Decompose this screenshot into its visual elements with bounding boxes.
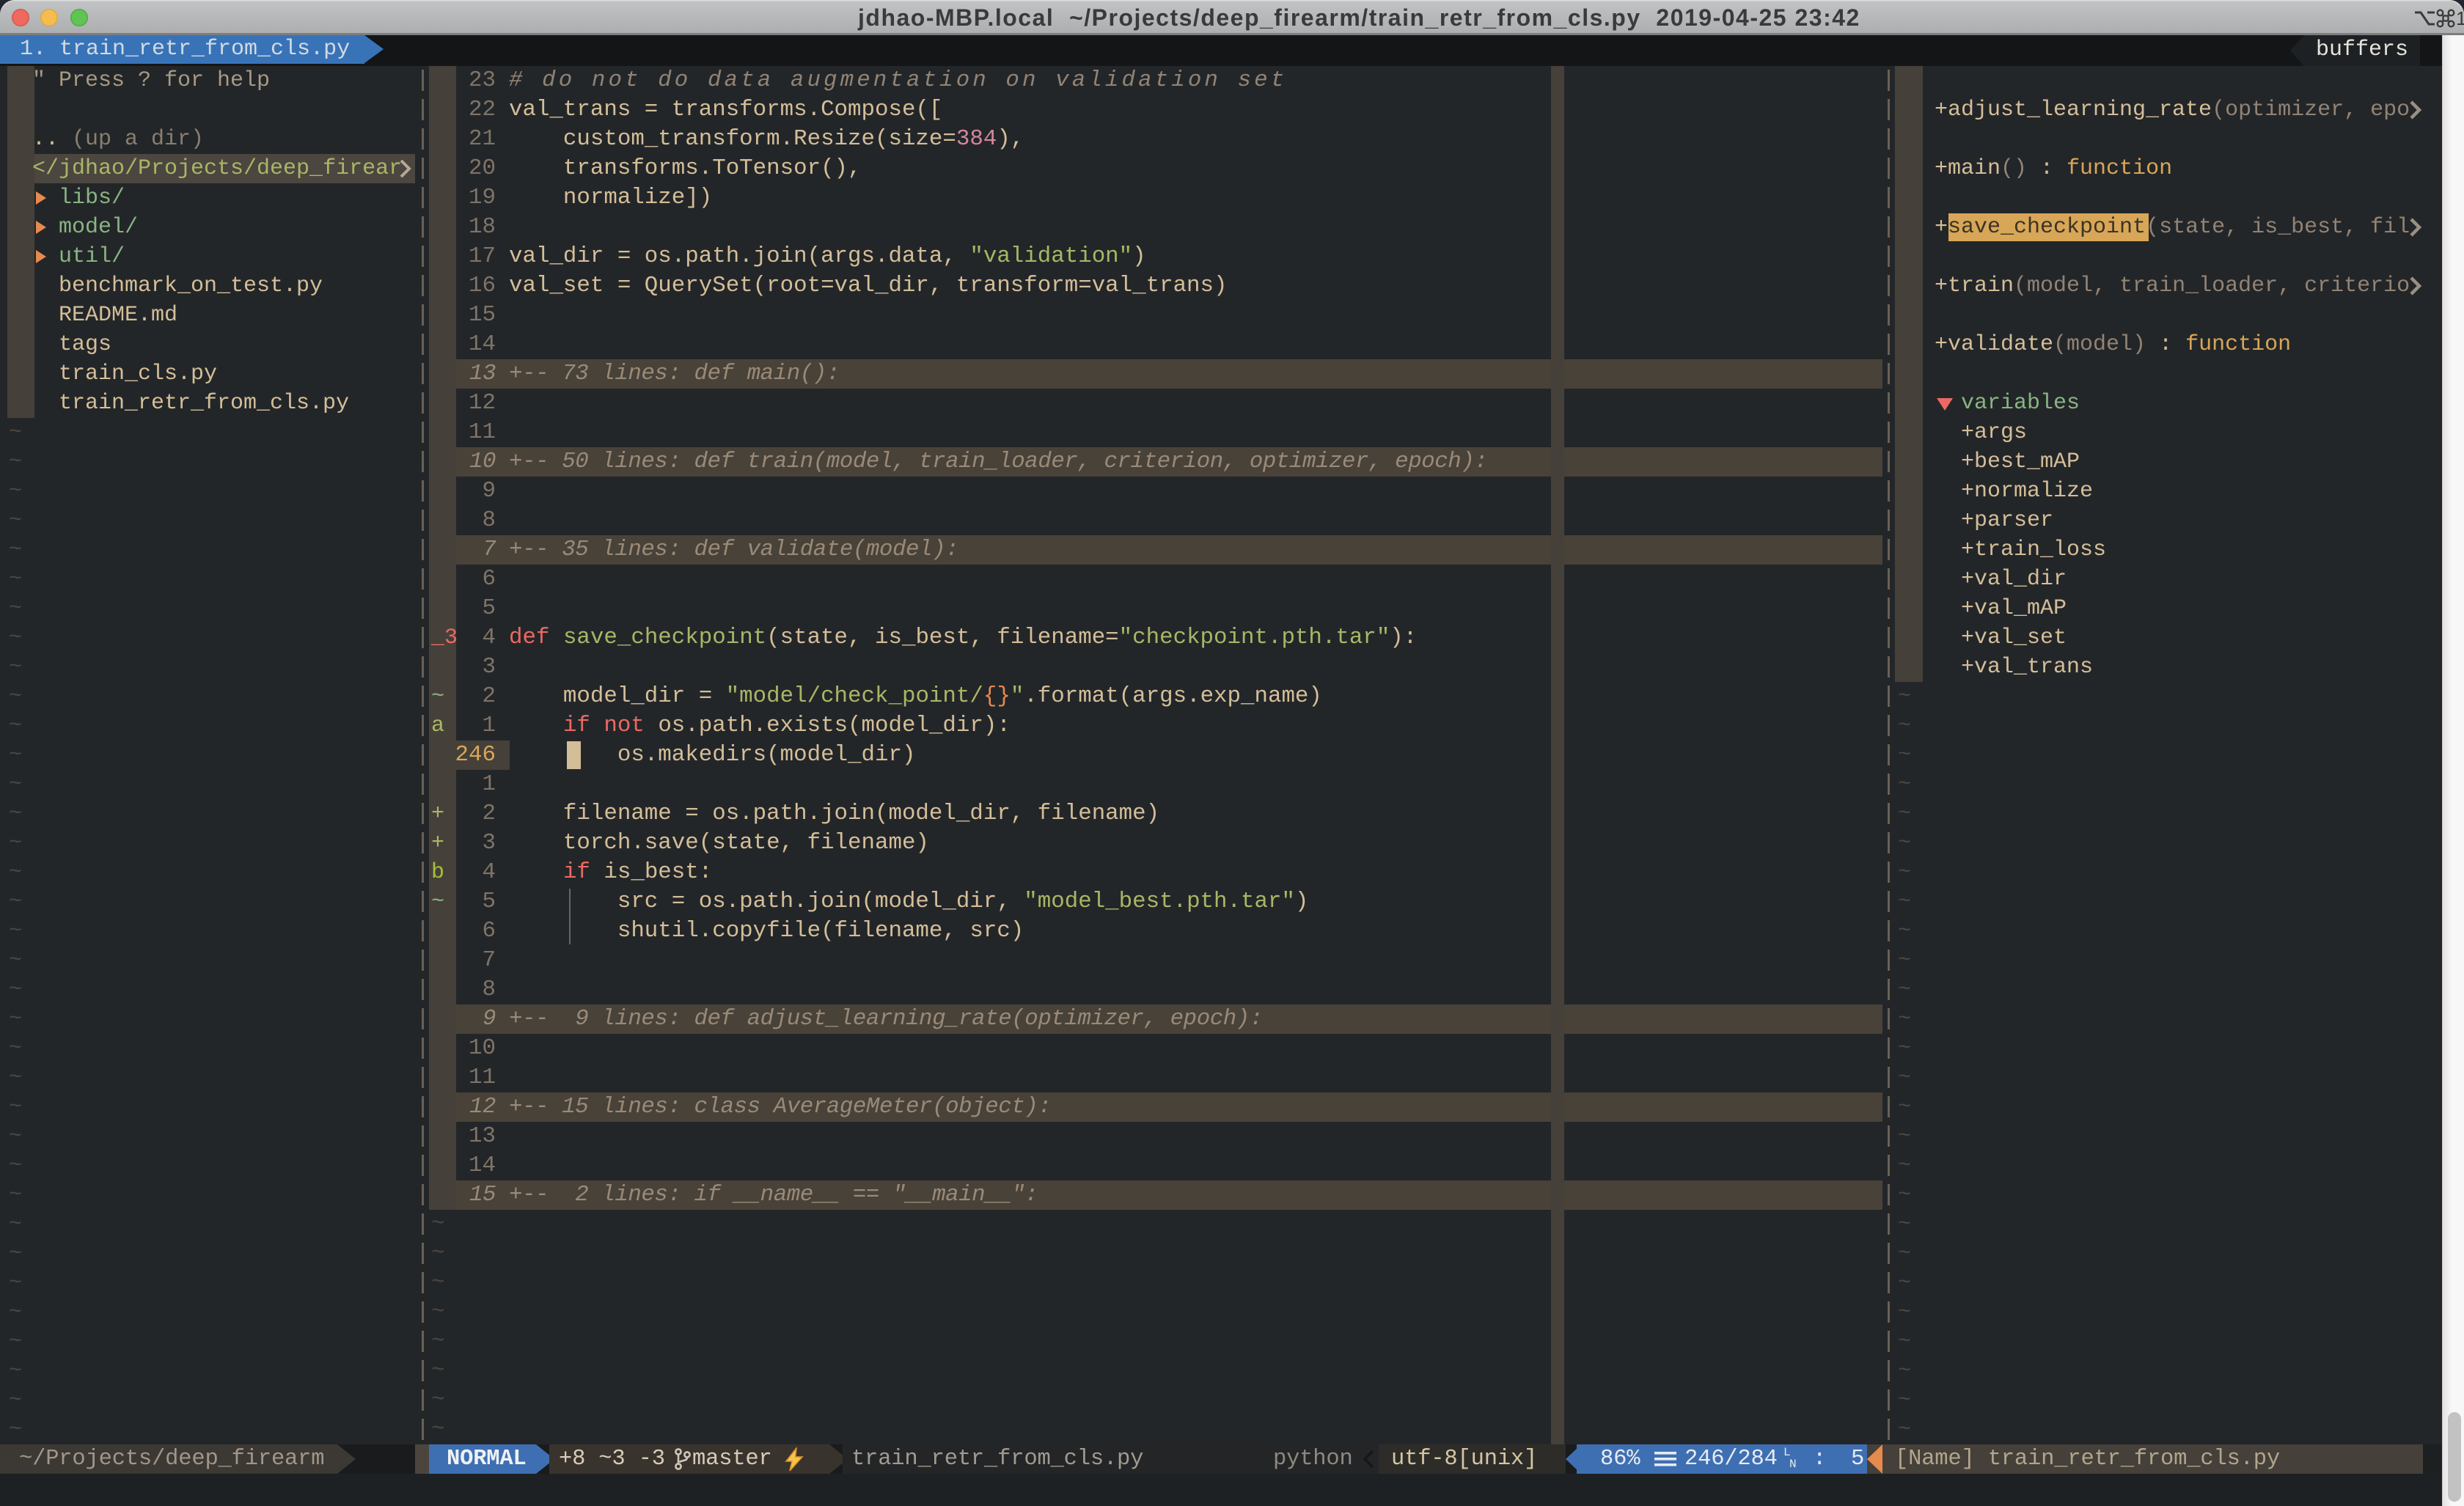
svg-text:1: 1	[2456, 9, 2464, 28]
